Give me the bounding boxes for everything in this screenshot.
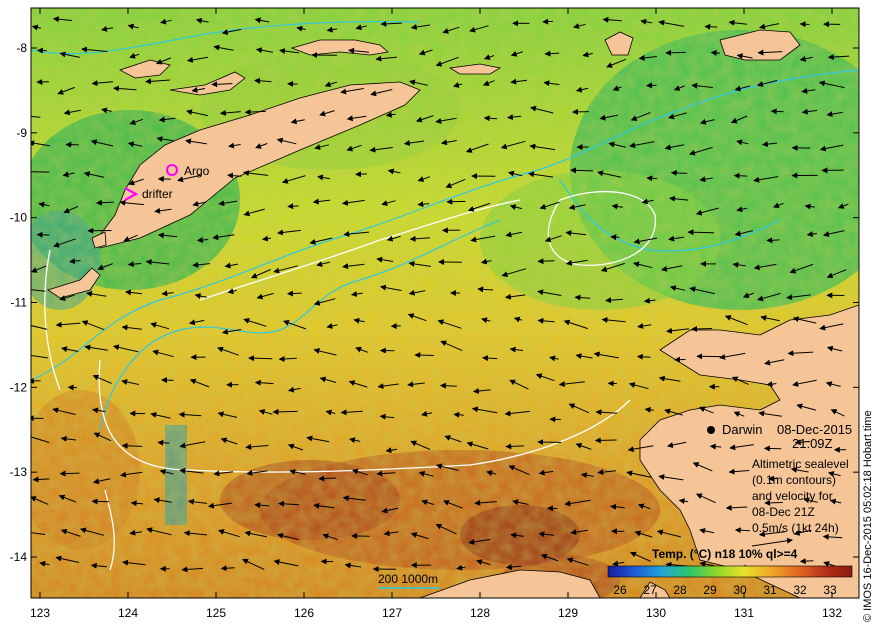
lon-tick-label: 131 <box>734 606 754 620</box>
station-name: Darwin <box>722 422 762 437</box>
colorbar-tick-label: 29 <box>703 583 717 597</box>
colorbar-scale <box>607 565 853 578</box>
velocity-arrow <box>272 408 298 415</box>
velocity-arrow <box>31 168 50 175</box>
velocity-arrow <box>670 169 688 176</box>
lon-tick-label: 123 <box>30 606 50 620</box>
colorbar-tick-label: 33 <box>823 583 837 597</box>
velocity-arrow <box>770 108 784 115</box>
colorbar-tick-label: 27 <box>643 583 657 597</box>
lon-tick-label: 132 <box>822 606 842 620</box>
lon-tick-label: 128 <box>470 606 490 620</box>
drifter-label: drifter <box>142 187 173 201</box>
annotation-line-4: 08-Dec 21Z <box>752 505 815 519</box>
lon-tick-label: 126 <box>294 606 314 620</box>
station-time: 21:09Z <box>792 436 833 451</box>
lon-tick-label: 129 <box>558 606 578 620</box>
velocity-arrow <box>799 21 810 28</box>
velocity-arrow <box>355 171 367 178</box>
scale-label: 200 1000m <box>378 572 438 586</box>
velocity-arrow <box>710 49 721 56</box>
velocity-arrow <box>537 258 555 265</box>
colorbar-title: Temp. (°C) n18 10% ql>=4 <box>652 547 798 561</box>
velocity-arrow <box>766 237 780 244</box>
lat-tick-label: -9 <box>16 126 27 140</box>
colorbar-tick-label: 30 <box>733 583 747 597</box>
lat-tick-label: -10 <box>10 211 28 225</box>
velocity-arrow <box>687 229 715 236</box>
credit-text: © IMOS 16-Dec-2015 05:02:18 Hobart time <box>862 410 874 622</box>
velocity-arrow <box>59 470 80 477</box>
annotation-line-1: Altimetric sealevel <box>752 457 849 471</box>
velocity-arrow <box>691 325 713 332</box>
velocity-arrow <box>414 352 434 359</box>
sst-map: 123 124 125 126 127 128 129 130 131 132 -8 -9 -10 -1… <box>10 7 860 620</box>
lat-tick-label: -12 <box>10 380 28 394</box>
velocity-arrow <box>610 234 620 241</box>
velocity-arrow <box>36 231 50 238</box>
annotation-line-2: (0.1m contours) <box>752 473 836 487</box>
lon-tick-label: 125 <box>206 606 226 620</box>
argo-label: Argo <box>184 164 210 178</box>
velocity-arrow <box>505 443 525 450</box>
lon-tick-label: 130 <box>646 606 666 620</box>
velocity-arrow <box>91 498 109 505</box>
lat-tick-label: -11 <box>11 296 28 310</box>
annotation-line-3: and velocity for <box>752 489 833 503</box>
velocity-arrow <box>286 290 302 297</box>
colorbar-tick-label: 26 <box>613 583 627 597</box>
velocity-arrow <box>733 172 748 179</box>
station-date: 08-Dec-2015 <box>777 422 852 437</box>
lat-tick-label: -14 <box>10 550 28 564</box>
lon-tick-label: 124 <box>118 606 138 620</box>
velocity-arrow <box>161 377 174 384</box>
lat-tick-label: -13 <box>10 465 28 479</box>
velocity-arrow <box>287 203 299 210</box>
velocity-arrow <box>220 565 235 572</box>
velocity-arrow <box>570 167 594 174</box>
velocity-arrow <box>704 23 718 30</box>
velocity-arrow <box>665 49 686 56</box>
colorbar-tick-label: 31 <box>763 583 777 597</box>
lat-tick-label: -8 <box>16 41 27 55</box>
velocity-arrow <box>799 558 814 565</box>
depth-scale: 200 1000m <box>378 572 440 589</box>
lon-tick-label: 127 <box>382 606 402 620</box>
annotation-line-5: 0.5m/s (1kt 24h) <box>752 521 839 535</box>
velocity-arrow <box>594 437 617 444</box>
colorbar-tick-label: 32 <box>793 583 807 597</box>
velocity-arrow <box>36 47 47 54</box>
colorbar-tick-label: 28 <box>673 583 687 597</box>
velocity-arrow <box>318 475 337 482</box>
